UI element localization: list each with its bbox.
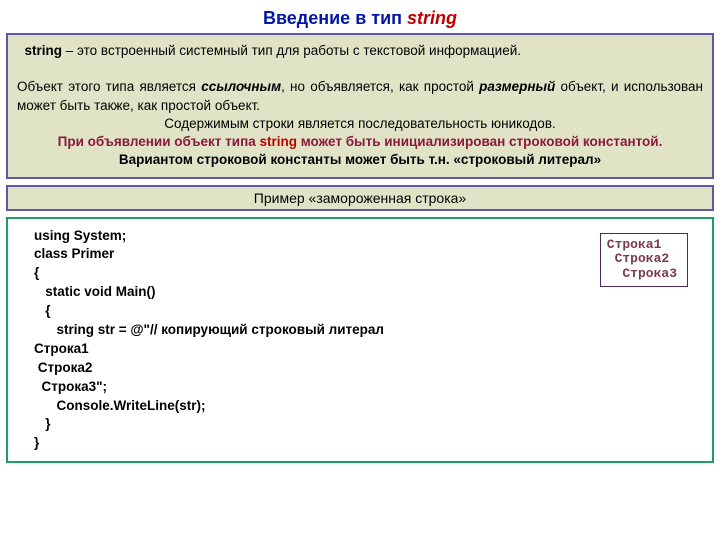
title-keyword: string: [407, 8, 457, 28]
output-box: Строка1 Строка2 Строка3: [600, 233, 688, 288]
keyword-string: string: [25, 43, 63, 58]
desc-line4: При объявлении объект типа string может …: [17, 133, 703, 151]
code-panel: using System; class Primer { static void…: [6, 217, 714, 464]
output-line: Строка1: [607, 238, 677, 253]
page-title: Введение в тип string: [6, 8, 714, 29]
description-panel: string – это встроенный системный тип дл…: [6, 33, 714, 179]
desc-line5: Вариантом строковой константы может быть…: [17, 151, 703, 169]
code-listing: using System; class Primer { static void…: [34, 227, 694, 454]
output-line: Строка3: [607, 267, 677, 282]
output-line: Строка2: [607, 252, 677, 267]
example-label: Пример «замороженная строка»: [6, 185, 714, 211]
title-prefix: Введение в тип: [263, 8, 407, 28]
desc-line3: Содержимым строки является последователь…: [17, 115, 703, 133]
desc-line2: Объект этого типа является ссылочным, но…: [17, 78, 703, 114]
desc-line1: string – это встроенный системный тип дл…: [17, 42, 703, 60]
